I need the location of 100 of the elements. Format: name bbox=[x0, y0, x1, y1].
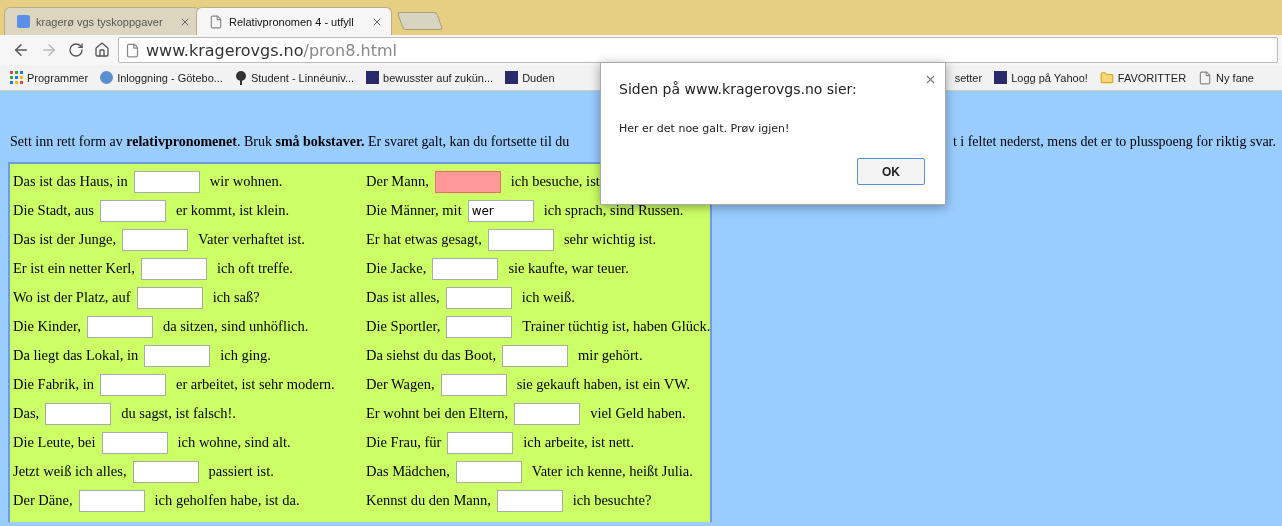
sentence-text: Der Mann, bbox=[366, 173, 429, 190]
browser-tab[interactable]: Relativpronomen 4 - utfyll bbox=[196, 7, 392, 35]
sentence-text: du sagst, ist falsch!. bbox=[121, 405, 236, 422]
sentence-text: Kennst du den Mann, bbox=[366, 492, 491, 509]
sentence-text: Die Stadt, aus bbox=[13, 202, 94, 219]
apps-grid-icon bbox=[10, 71, 23, 84]
sentence-text: Die Sportler, bbox=[366, 318, 441, 335]
ok-button[interactable]: OK bbox=[857, 158, 925, 185]
answer-field[interactable] bbox=[133, 170, 200, 193]
sentence-text: ich oft treffe. bbox=[217, 260, 293, 277]
sentence-text: Die Leute, bei bbox=[13, 434, 96, 451]
answer-field[interactable] bbox=[122, 228, 189, 251]
sentence-text: Da liegt das Lokal, in bbox=[13, 347, 139, 364]
bookmark[interactable]: bewusster auf zukün... bbox=[366, 71, 494, 84]
instruction-text: t i feltet nederst, mens det er to plusspoeng for riktig svar. bbox=[952, 134, 1276, 150]
sentence-text: Die Männer, mit bbox=[366, 202, 462, 219]
answer-field[interactable] bbox=[446, 315, 513, 338]
sentence-text: ich saß? bbox=[212, 289, 260, 306]
sentence-text: ich wohne, sind alt. bbox=[177, 434, 291, 451]
page-icon bbox=[125, 42, 140, 58]
answer-field[interactable] bbox=[144, 344, 211, 367]
back-icon bbox=[12, 41, 30, 59]
sentence-text: Der Däne, bbox=[13, 492, 73, 509]
sentence-text: ich ging. bbox=[220, 347, 271, 364]
bookmark[interactable]: Inloggning - Götebo... bbox=[100, 71, 223, 84]
sentence-text: passiert ist. bbox=[208, 463, 274, 480]
bookmark[interactable]: Student - Linnéuniv... bbox=[234, 70, 355, 85]
sentence-text: sie kaufte, war teuer. bbox=[508, 260, 629, 277]
forward-icon bbox=[40, 41, 58, 59]
sentence-text: Die Kinder, bbox=[13, 318, 81, 335]
new-tab-button[interactable] bbox=[396, 12, 444, 30]
page-icon bbox=[1198, 70, 1213, 85]
close-icon[interactable] bbox=[924, 73, 937, 86]
sentence-text: er kommt, ist klein. bbox=[175, 202, 290, 219]
sentence-text: Das Mädchen, bbox=[366, 463, 450, 480]
answer-field[interactable] bbox=[99, 199, 166, 222]
sentence-text: ich besuche, ist bbox=[510, 173, 600, 190]
folder-icon bbox=[1099, 70, 1114, 85]
sentence-text: Da siehst du das Boot, bbox=[366, 347, 497, 364]
sentence-text: Vater ich kenne, heißt Julia. bbox=[531, 463, 693, 480]
sentence-text: mir gehört. bbox=[578, 347, 643, 364]
sentence-text: Die Frau, für bbox=[366, 434, 442, 451]
sentence-text: Das, bbox=[13, 405, 40, 422]
sentence-text: da sitzen, sind unhöflich. bbox=[162, 318, 309, 335]
sentence-text: Vater verhaftet ist. bbox=[198, 231, 305, 248]
bookmark[interactable]: FAVORITTER bbox=[1099, 70, 1187, 85]
sentence-text: Trainer tüchtig ist, haben Glück. bbox=[522, 318, 711, 335]
sentence-text: Er hat etwas gesagt, bbox=[366, 231, 482, 248]
answer-field[interactable] bbox=[514, 402, 581, 425]
site-icon bbox=[505, 71, 519, 84]
sentence-text: wir wohnen. bbox=[209, 173, 283, 190]
sentence-text: ich besuchte? bbox=[572, 492, 652, 509]
site-icon bbox=[994, 71, 1008, 84]
bookmark[interactable]: Duden bbox=[505, 71, 555, 84]
sentence-text: Die Fabrik, in bbox=[13, 376, 94, 393]
dialog-message: Her er det noe galt. Prøv igjen! bbox=[619, 122, 790, 135]
answer-field[interactable] bbox=[445, 286, 512, 309]
sentence-text: Die Jacke, bbox=[366, 260, 427, 277]
reload-button[interactable] bbox=[66, 40, 86, 60]
page-icon bbox=[209, 14, 223, 29]
sentence-text: ich sprach, sind Russen. bbox=[543, 202, 684, 219]
sentence-text: er arbeitet, ist sehr modern. bbox=[175, 376, 335, 393]
answer-field[interactable] bbox=[496, 489, 563, 512]
answer-field[interactable] bbox=[502, 344, 569, 367]
answer-field[interactable] bbox=[99, 373, 166, 396]
sentence-text: Wo ist der Platz, auf bbox=[13, 289, 131, 306]
answer-field[interactable] bbox=[132, 460, 199, 483]
dialog-title: Siden på www.kragerovgs.no sier: bbox=[619, 81, 857, 97]
address-bar[interactable]: www.kragerovgs.no/pron8.html bbox=[118, 37, 1278, 63]
answer-field[interactable] bbox=[434, 170, 501, 193]
sentence-text: Das ist das Haus, in bbox=[13, 173, 128, 190]
sentence-text: Das ist der Junge, bbox=[13, 231, 117, 248]
sentence-text: viel Geld haben. bbox=[590, 405, 686, 422]
sentence-text: sie gekauft haben, ist ein VW. bbox=[516, 376, 691, 393]
answer-field[interactable] bbox=[487, 228, 554, 251]
answer-field[interactable]: wer bbox=[467, 199, 534, 222]
bookmark[interactable]: Logg på Yahoo! bbox=[994, 71, 1088, 84]
sentence-text: Er ist ein netter Kerl, bbox=[13, 260, 135, 277]
sentence-text: ich geholfen habe, ist da. bbox=[154, 492, 300, 509]
answer-field[interactable] bbox=[45, 402, 112, 425]
instruction-text: Sett inn rett form av relativpronomenet. Bruk små bokstaver. Er svaret galt, kan du fortsette til du bbox=[10, 134, 570, 150]
answer-field[interactable] bbox=[86, 315, 153, 338]
bookmark[interactable]: Programmer bbox=[10, 71, 89, 84]
answer-field[interactable] bbox=[440, 373, 507, 396]
answer-field[interactable] bbox=[101, 431, 168, 454]
answer-field[interactable] bbox=[136, 286, 203, 309]
bookmark[interactable]: setter bbox=[954, 71, 983, 84]
site-icon bbox=[366, 71, 380, 84]
home-button[interactable] bbox=[92, 40, 112, 60]
answer-field[interactable] bbox=[78, 489, 145, 512]
sentence-text: Er wohnt bei den Eltern, bbox=[366, 405, 509, 422]
answer-field[interactable] bbox=[455, 460, 522, 483]
bookmark[interactable]: Ny fane bbox=[1198, 70, 1254, 85]
sentence-text: Das ist alles, bbox=[366, 289, 440, 306]
sentence-text: Jetzt weiß ich alles, bbox=[13, 463, 127, 480]
answer-field[interactable] bbox=[141, 257, 207, 280]
answer-field[interactable] bbox=[432, 257, 499, 280]
answer-field[interactable] bbox=[447, 431, 514, 454]
sentence-text: Der Wagen, bbox=[366, 376, 435, 393]
sentence-text: sehr wichtig ist. bbox=[563, 231, 657, 248]
